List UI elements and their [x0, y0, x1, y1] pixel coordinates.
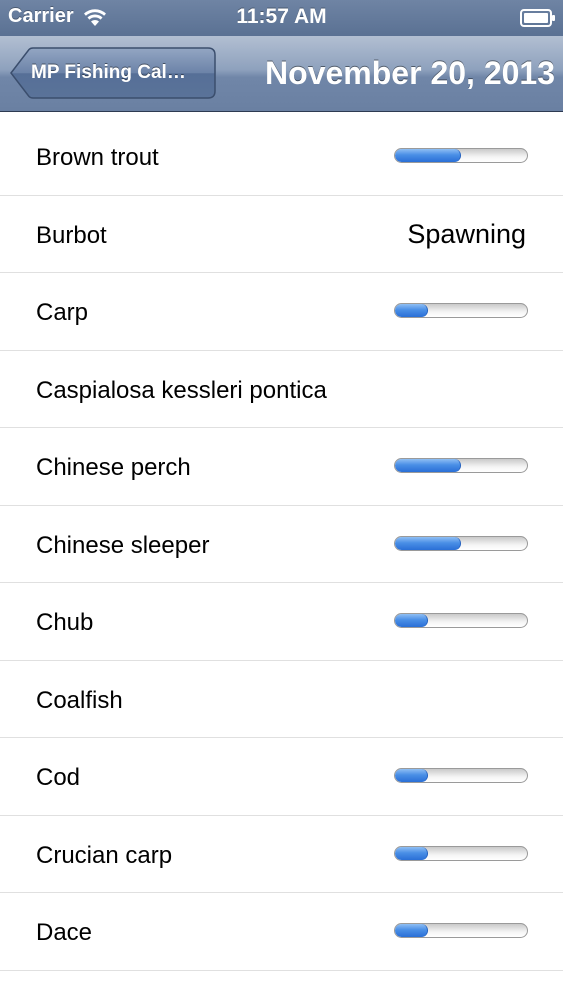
activity-progress-bar	[394, 148, 528, 163]
fish-name: Brown trout	[36, 144, 159, 171]
status-bar: Carrier 11:57 AM	[0, 0, 563, 36]
status-time: 11:57 AM	[236, 5, 327, 28]
list-item[interactable]: Burbot Spawning	[0, 195, 563, 273]
activity-progress-fill	[395, 769, 428, 782]
list-item[interactable]: Chinese sleeper	[0, 505, 563, 583]
activity-progress-fill	[395, 846, 428, 860]
list-item[interactable]: Cod	[0, 738, 563, 816]
fish-name: Chinese sleeper	[36, 531, 210, 559]
fish-name: Dace	[36, 919, 93, 946]
page-title: November 20, 2013	[265, 55, 555, 91]
list-item[interactable]: Coalfish	[0, 660, 563, 738]
activity-progress-bar	[394, 923, 528, 938]
list-item[interactable]: Brown trout	[0, 118, 563, 196]
activity-progress-fill	[395, 536, 461, 550]
activity-progress-bar	[394, 303, 528, 318]
fish-name: Carp	[36, 299, 89, 326]
list-item[interactable]: Chinese perch	[0, 428, 563, 506]
back-button-label: MP Fishing Cal…	[31, 62, 186, 83]
activity-progress-fill	[395, 149, 461, 162]
fish-status: Spawning	[407, 218, 526, 249]
fish-name: Cod	[36, 764, 81, 791]
fish-name: Crucian carp	[36, 841, 173, 869]
fish-name: Chinese perch	[36, 454, 191, 481]
activity-progress-bar	[394, 613, 528, 628]
activity-progress-bar	[394, 458, 528, 473]
back-button[interactable]: MP Fishing Cal…	[9, 47, 216, 99]
list-item[interactable]: Caspialosa kessleri pontica	[0, 350, 563, 428]
fish-name: Burbot	[36, 221, 107, 249]
navigation-bar: MP Fishing Cal… November 20, 2013	[0, 36, 563, 112]
fish-name: Coalfish	[36, 686, 123, 714]
list-item[interactable]: Carp	[0, 273, 563, 351]
activity-progress-bar	[394, 535, 528, 551]
activity-progress-fill	[395, 304, 428, 317]
list-item[interactable]: Chub	[0, 583, 563, 661]
activity-progress-fill	[395, 614, 428, 627]
activity-progress-fill	[395, 459, 461, 472]
battery-icon	[520, 9, 555, 27]
activity-progress-fill	[395, 924, 428, 937]
fish-list: Brown trout Burbot Spawning Carp Caspialosa …	[0, 118, 563, 971]
fish-name: Chub	[36, 609, 94, 636]
fish-name: Caspialosa kessleri pontica	[36, 376, 327, 404]
activity-progress-bar	[394, 768, 528, 783]
list-item[interactable]: Dace	[0, 893, 563, 971]
activity-progress-bar	[394, 845, 528, 861]
list-item[interactable]: Crucian carp	[0, 815, 563, 893]
